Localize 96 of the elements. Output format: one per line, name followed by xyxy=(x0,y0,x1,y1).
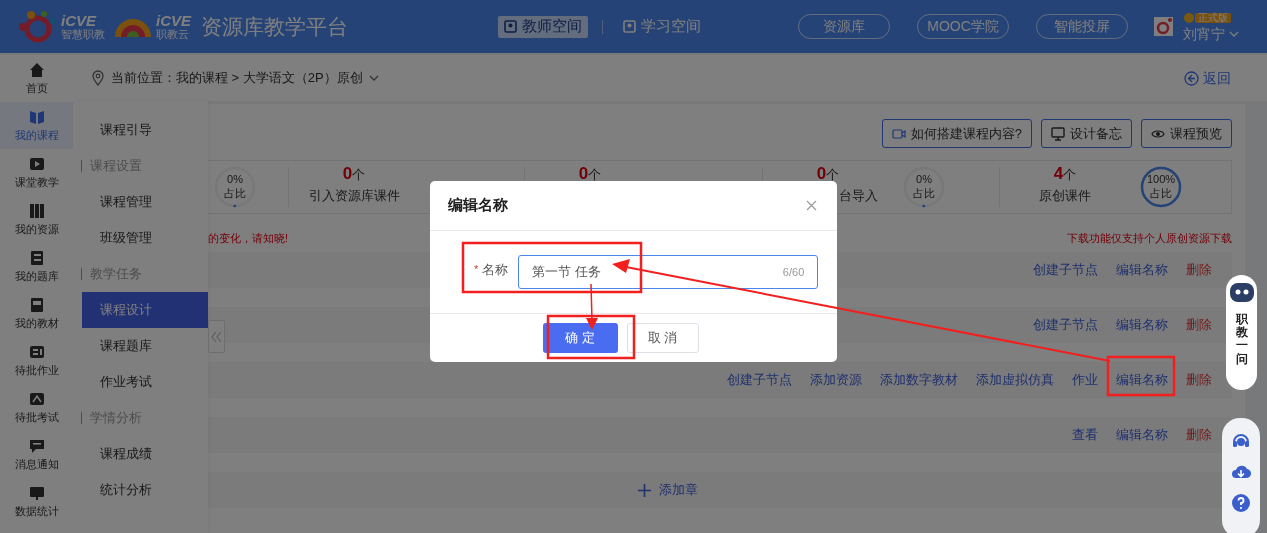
toolbar-button[interactable]: 如何搭建课程内容? xyxy=(881,119,1032,148)
logo-mark: iCVE xyxy=(61,13,98,28)
location-icon xyxy=(91,70,105,86)
assistant-label: 职教一问 xyxy=(1235,313,1248,366)
action-link[interactable]: 删除 xyxy=(1186,370,1212,390)
action-link[interactable]: 编辑名称 xyxy=(1116,260,1168,280)
field-label: 名称 xyxy=(482,260,509,279)
nav-item[interactable]: 数据统计 xyxy=(0,478,73,525)
submenu-item[interactable]: 课程管理 xyxy=(82,184,208,220)
toolbar-button[interactable]: 设计备忘 xyxy=(1041,119,1132,148)
submenu-item[interactable]: 课程成绩 xyxy=(82,436,208,472)
dialog-title: 编辑名称 xyxy=(448,195,508,216)
notice-text: 的变化，请知晓! xyxy=(208,231,289,246)
breadcrumb-path[interactable]: 我的课程 > 大学语文（2P）原创 xyxy=(176,68,379,88)
nav-item[interactable]: 我的题库 xyxy=(0,243,73,290)
double-chevron-icon xyxy=(211,330,222,343)
progress-ring: 0% 占比 xyxy=(903,166,945,208)
submenu-item[interactable]: 作业考试 xyxy=(82,364,208,400)
stat-label: 原创课件 xyxy=(1039,188,1091,205)
nav-item[interactable]: 我的资源 xyxy=(0,196,73,243)
nav-item[interactable]: 首页 xyxy=(0,55,73,102)
action-link[interactable]: 创建子节点 xyxy=(1033,315,1098,335)
notice-text: 下载功能仅支持个人原创资源下载 xyxy=(1067,231,1232,246)
submenu-item[interactable]: 课程设计 xyxy=(82,292,208,328)
logo-mark: iCVE xyxy=(156,13,191,28)
action-link[interactable]: 编辑名称 xyxy=(1116,315,1168,335)
nav-item[interactable]: 待批考试 xyxy=(0,384,73,431)
user-menu[interactable]: 刘宵宁 xyxy=(1183,27,1239,41)
space-icon xyxy=(623,20,636,33)
progress-ring: 0% 占比 xyxy=(214,166,256,208)
stat-unit: 个 xyxy=(588,167,602,184)
stat-unit: 个 xyxy=(826,167,840,184)
assistant-widget[interactable]: 职教一问 xyxy=(1226,275,1257,390)
action-link[interactable]: 创建子节点 xyxy=(1033,260,1098,280)
action-link[interactable]: 编辑名称 xyxy=(1116,425,1168,445)
action-link[interactable]: 删除 xyxy=(1186,425,1212,445)
action-link[interactable]: 添加虚拟仿真 xyxy=(976,370,1054,390)
back-icon xyxy=(1184,70,1199,86)
action-link[interactable]: 删除 xyxy=(1186,260,1212,280)
stat-count: 0 xyxy=(578,163,589,185)
logo-caption: 智慧职教 xyxy=(61,29,105,40)
nav-item[interactable]: 我的教材 xyxy=(0,290,73,337)
confirm-button[interactable]: 确 定 xyxy=(542,323,618,353)
progress-ring: 100% 占比 xyxy=(1140,166,1182,208)
space-icon xyxy=(504,20,517,33)
caret-icon xyxy=(1229,31,1239,37)
name-field[interactable]: 第一节 任务 6/60 xyxy=(518,255,819,289)
toolbar-button[interactable]: 课程预览 xyxy=(1141,119,1232,148)
space-tab[interactable]: 学习空间 xyxy=(617,15,707,38)
stat-unit: 个 xyxy=(1063,167,1077,184)
char-counter: 6/60 xyxy=(782,264,805,280)
space-tab[interactable]: 教师空间 xyxy=(498,15,588,38)
help-icon[interactable] xyxy=(1231,493,1251,513)
avatar-icon[interactable] xyxy=(1154,17,1173,36)
breadcrumb-label: 当前位置： xyxy=(111,69,176,88)
stat-count: 0 xyxy=(342,163,353,185)
action-link[interactable]: 删除 xyxy=(1186,315,1212,335)
logo-icon xyxy=(113,16,153,37)
logo-caption: 职教云 xyxy=(156,29,190,40)
nav-item[interactable]: 我的课程 xyxy=(0,102,73,149)
plus-icon xyxy=(637,483,651,497)
nav-item[interactable]: 消息通知 xyxy=(0,431,73,478)
arrow xyxy=(586,283,598,330)
close-icon[interactable] xyxy=(806,200,817,211)
action-link[interactable]: 添加资源 xyxy=(810,370,862,390)
stat-label: 台导入 xyxy=(838,188,878,205)
action-link[interactable]: 添加数字教材 xyxy=(880,370,958,390)
cloud-download-icon[interactable] xyxy=(1231,463,1251,481)
caret-icon xyxy=(368,75,379,81)
robot-icon xyxy=(1228,281,1255,303)
monitor-icon xyxy=(1051,126,1065,141)
required-mark: * xyxy=(474,262,479,278)
stat-count: 0 xyxy=(816,163,827,185)
action-link[interactable]: 创建子节点 xyxy=(727,370,792,390)
nav-item[interactable]: 待批作业 xyxy=(0,337,73,384)
platform-title: 资源库教学平台 xyxy=(201,13,348,40)
add-chapter-button[interactable]: 添加章 xyxy=(637,480,698,500)
submenu-item[interactable]: 班级管理 xyxy=(82,220,208,256)
stat-label: 引入资源库课件 xyxy=(308,188,400,205)
action-link[interactable]: 作业 xyxy=(1072,370,1098,390)
books-icon xyxy=(27,201,46,220)
video-icon xyxy=(891,126,906,141)
submenu-item[interactable]: 课程引导 xyxy=(82,112,208,148)
medal-icon xyxy=(1183,12,1195,24)
version-badge: 正式版 xyxy=(1195,13,1231,23)
action-link[interactable]: 编辑名称 xyxy=(1116,370,1168,390)
highlight-box xyxy=(1106,355,1176,397)
action-link[interactable]: 查看 xyxy=(1072,425,1098,445)
submenu-item[interactable]: 统计分析 xyxy=(82,472,208,508)
nav-item[interactable]: 课堂教学 xyxy=(0,149,73,196)
logo-icon xyxy=(18,9,58,44)
stat-unit: 个 xyxy=(352,167,366,184)
back-link[interactable]: 返回 xyxy=(1184,67,1231,89)
submenu-item[interactable]: 课程题库 xyxy=(82,328,208,364)
cancel-button[interactable]: 取 消 xyxy=(626,323,699,353)
stat-count: 4 xyxy=(1053,163,1064,185)
